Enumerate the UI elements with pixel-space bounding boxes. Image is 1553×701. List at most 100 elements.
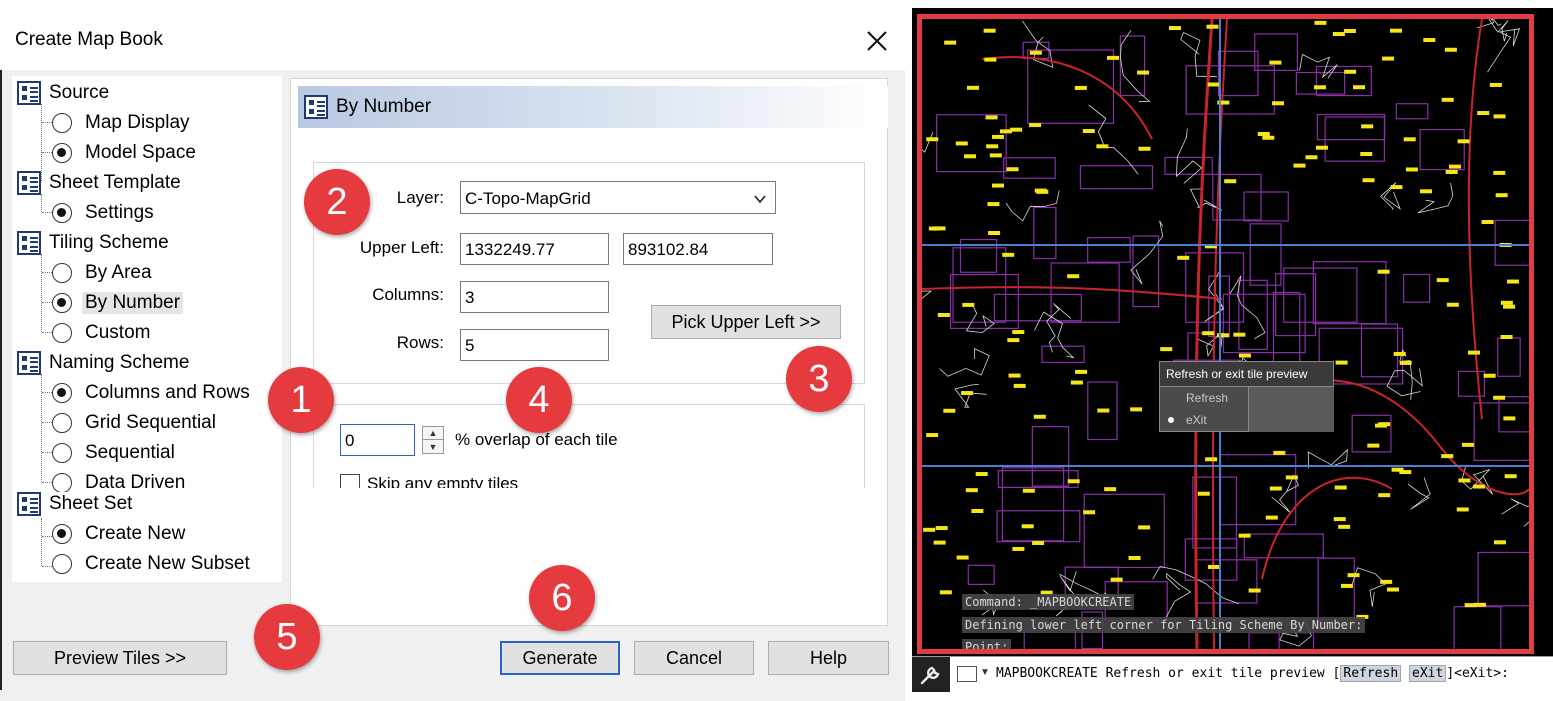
parcel-label <box>1097 408 1110 413</box>
columns-input[interactable]: 3 <box>460 281 609 313</box>
parcel-label <box>1493 540 1506 545</box>
overlap-input[interactable]: 0 <box>340 424 415 456</box>
parcel-label <box>971 508 984 513</box>
close-icon[interactable] <box>862 26 892 56</box>
map-drawing[interactable] <box>922 19 1529 649</box>
parcel-label <box>961 391 974 396</box>
cancel-button[interactable]: Cancel <box>634 641 754 675</box>
parcel-boundary <box>1027 49 1115 124</box>
generate-button[interactable]: Generate <box>500 641 620 675</box>
parcel-label <box>1361 124 1374 129</box>
rows-input[interactable]: 5 <box>460 329 609 361</box>
tree-group-source[interactable]: Source <box>12 79 109 107</box>
window-edge <box>0 0 2 690</box>
command-line-bar[interactable]: ▼ MAPBOOKCREATE Refresh or exit tile pre… <box>912 656 1553 692</box>
parcel-label <box>991 183 1004 188</box>
overlap-spinner[interactable]: ▲ ▼ <box>422 426 444 454</box>
parcel-label <box>1353 85 1366 90</box>
parcel-label <box>1333 517 1346 522</box>
parcel-label <box>1110 577 1123 582</box>
tree-item-model-space[interactable]: Model Space <box>52 139 199 167</box>
spin-down-icon[interactable]: ▼ <box>423 440 443 453</box>
parcel-label <box>1473 484 1486 489</box>
parcel-boundary <box>1192 476 1238 549</box>
tree-item-create-new[interactable]: Create New <box>52 520 188 548</box>
preview-tiles-button[interactable]: Preview Tiles >> <box>13 641 227 675</box>
radio-map-display[interactable] <box>52 113 72 133</box>
radio-model-space[interactable] <box>52 143 72 163</box>
parcel-label <box>1399 360 1412 365</box>
radio-create-new[interactable] <box>52 524 72 544</box>
tree-item-data-driven[interactable]: Data Driven <box>52 469 188 492</box>
tile-preview-menu: Refresh or exit tile preview Refresh eXi… <box>1159 361 1334 432</box>
upper-left-y-input[interactable]: 893102.84 <box>623 233 773 265</box>
tree-group-sheet-set[interactable]: Sheet Set <box>12 490 132 518</box>
tree-group-sheet-template[interactable]: Sheet Template <box>12 169 181 197</box>
list-icon <box>17 351 41 375</box>
tree-item-columns-and-rows[interactable]: Columns and Rows <box>52 379 253 407</box>
parcel-label <box>1224 179 1237 184</box>
tree-item-create-new-subset[interactable]: Create New Subset <box>52 550 253 578</box>
menu-item-exit[interactable]: eXit <box>1159 409 1249 432</box>
radio-create-new-subset[interactable] <box>52 554 72 574</box>
parcel-label <box>955 141 968 146</box>
radio-sequential[interactable] <box>52 443 72 463</box>
radio-by-number[interactable] <box>52 293 72 313</box>
parcel-label <box>1032 541 1045 546</box>
tree-item-map-display[interactable]: Map Display <box>52 109 193 137</box>
chevron-down-icon[interactable]: ▼ <box>980 667 990 678</box>
parcel-boundary <box>1033 206 1057 260</box>
step-badge-4: 4 <box>506 367 572 433</box>
parcel-label <box>1138 525 1151 530</box>
parcel-label <box>1207 564 1220 569</box>
tree-item-by-area[interactable]: By Area <box>52 259 155 287</box>
command-window-icon[interactable] <box>957 666 977 682</box>
radio-columns-and-rows[interactable] <box>52 383 72 403</box>
upper-left-x-input[interactable]: 1332249.77 <box>460 233 609 265</box>
tree-item-grid-sequential[interactable]: Grid Sequential <box>52 409 219 437</box>
option-exit[interactable]: eXit <box>1409 665 1447 682</box>
parcel-label <box>1216 333 1229 338</box>
option-refresh[interactable]: Refresh <box>1340 665 1402 682</box>
parcel-label <box>1457 139 1470 144</box>
spin-up-icon[interactable]: ▲ <box>423 427 443 440</box>
parcel-label <box>933 540 946 545</box>
layer-dropdown[interactable]: C-Topo-MapGrid <box>460 181 776 214</box>
menu-item-refresh[interactable]: Refresh <box>1159 387 1249 409</box>
parcel-label <box>989 153 1002 158</box>
wrench-icon[interactable] <box>912 657 950 692</box>
radio-grid-sequential[interactable] <box>52 413 72 433</box>
parcel-label <box>939 590 952 595</box>
parcel-label <box>975 472 988 477</box>
map-viewport[interactable]: Refresh or exit tile preview Refresh eXi… <box>917 14 1534 654</box>
pick-upper-left-button[interactable]: Pick Upper Left >> <box>651 305 841 339</box>
parcel-label <box>1082 129 1095 134</box>
radio-custom[interactable] <box>52 323 72 343</box>
tree-item-settings[interactable]: Settings <box>52 199 157 227</box>
parcel-label <box>1238 353 1251 358</box>
parcel-label <box>1257 131 1270 136</box>
parcel-label <box>966 85 979 90</box>
parcel-boundary <box>1402 273 1431 303</box>
contour-line <box>954 384 987 408</box>
tree-item-by-number[interactable]: By Number <box>52 289 184 317</box>
menu-item-label: eXit <box>1186 413 1207 427</box>
radio-settings[interactable] <box>52 203 72 223</box>
parcel-label <box>1197 491 1210 496</box>
command-prompt[interactable]: MAPBOOKCREATE Refresh or exit tile previ… <box>996 665 1509 682</box>
parcel-boundary <box>1360 323 1399 378</box>
tree-item-sequential[interactable]: Sequential <box>52 439 178 467</box>
tree-item-custom[interactable]: Custom <box>52 319 153 347</box>
tree-group-tiling-scheme[interactable]: Tiling Scheme <box>12 229 169 257</box>
tree-group-naming-scheme[interactable]: Naming Scheme <box>12 349 189 377</box>
parcel-label <box>1481 219 1494 224</box>
help-button[interactable]: Help <box>768 641 889 675</box>
parcel-label <box>1206 24 1219 29</box>
step-badge-1: 1 <box>268 367 334 433</box>
radio-by-area[interactable] <box>52 263 72 283</box>
tile-menu-title: Refresh or exit tile preview <box>1159 361 1334 387</box>
parcel-label <box>1362 178 1375 183</box>
skip-empty-checkbox[interactable] <box>340 474 360 488</box>
parcel-boundary <box>997 470 1079 488</box>
parcel-label <box>1441 454 1454 459</box>
